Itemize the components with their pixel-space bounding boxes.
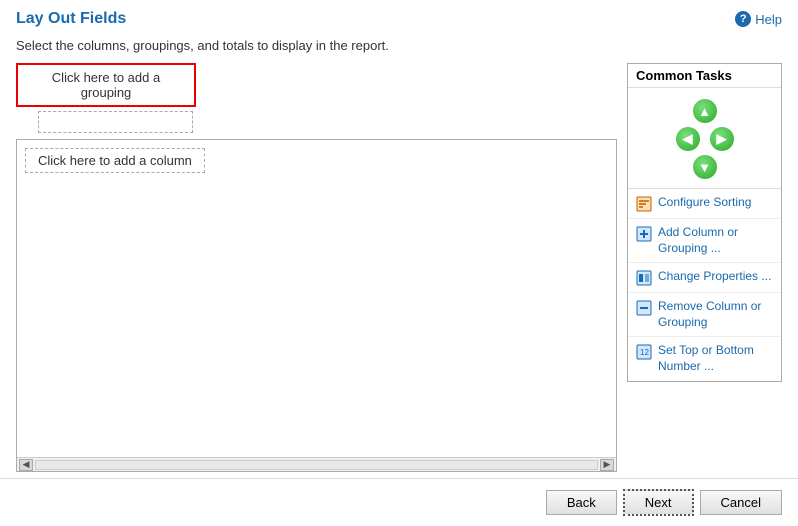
task-change-properties[interactable]: Change Properties ... (628, 263, 781, 293)
task-set-top-bottom[interactable]: 12 Set Top or BottomNumber ... (628, 337, 781, 380)
next-button[interactable]: Next (623, 489, 694, 516)
grouping-area: Click here to add a grouping (16, 63, 617, 133)
grouping-placeholder (38, 111, 193, 133)
add-column-icon (636, 226, 652, 242)
left-arrow-icon: ◀ (676, 127, 700, 151)
svg-text:12: 12 (640, 348, 649, 357)
help-label: Help (755, 12, 782, 27)
down-arrow-icon: ▼ (693, 155, 717, 179)
right-arrow-icon: ▶ (710, 127, 734, 151)
page-container: Lay Out Fields ? Help Select the columns… (0, 0, 798, 526)
add-grouping-button[interactable]: Click here to add a grouping (16, 63, 196, 107)
set-top-bottom-icon: 12 (636, 344, 652, 360)
back-button[interactable]: Back (546, 490, 617, 515)
cancel-button[interactable]: Cancel (700, 490, 782, 515)
column-scrollbar: ◀ ▶ (17, 457, 616, 471)
up-arrow-icon: ▲ (693, 99, 717, 123)
main-content: Click here to add a grouping Click here … (0, 63, 798, 472)
move-left-button[interactable]: ◀ (675, 126, 701, 152)
add-column-label: Add Column orGrouping ... (658, 225, 738, 256)
task-configure-sorting[interactable]: Configure Sorting (628, 189, 781, 219)
arrow-row-top: ▲ (692, 98, 718, 124)
help-icon: ? (735, 11, 751, 27)
arrow-pad: ▲ ◀ ▶ ▼ (628, 88, 781, 188)
scroll-right-arrow[interactable]: ▶ (600, 459, 614, 471)
scroll-left-arrow[interactable]: ◀ (19, 459, 33, 471)
task-add-column[interactable]: Add Column orGrouping ... (628, 219, 781, 263)
subtitle: Select the columns, groupings, and total… (0, 34, 798, 63)
footer: Back Next Cancel (0, 478, 798, 526)
column-area: Click here to add a column ◀ ▶ (16, 139, 617, 472)
scroll-track[interactable] (35, 460, 598, 470)
header: Lay Out Fields ? Help (0, 0, 798, 34)
move-down-button[interactable]: ▼ (692, 154, 718, 180)
set-top-bottom-label: Set Top or BottomNumber ... (658, 343, 754, 374)
change-properties-icon (636, 270, 652, 286)
move-right-button[interactable]: ▶ (709, 126, 735, 152)
configure-sorting-label: Configure Sorting (658, 195, 751, 211)
move-up-button[interactable]: ▲ (692, 98, 718, 124)
remove-column-label: Remove Column orGrouping (658, 299, 761, 330)
page-title: Lay Out Fields (16, 10, 126, 28)
sort-icon (636, 196, 652, 212)
common-tasks-box: Common Tasks ▲ ◀ ▶ (627, 63, 782, 382)
remove-column-icon (636, 300, 652, 316)
left-panel: Click here to add a grouping Click here … (16, 63, 617, 472)
column-area-inner: Click here to add a column (17, 140, 616, 457)
change-properties-label: Change Properties ... (658, 269, 771, 285)
task-remove-column[interactable]: Remove Column orGrouping (628, 293, 781, 337)
arrow-row-bottom: ▼ (692, 154, 718, 180)
add-column-button[interactable]: Click here to add a column (25, 148, 205, 173)
help-link[interactable]: ? Help (735, 11, 782, 27)
right-panel: Common Tasks ▲ ◀ ▶ (627, 63, 782, 472)
arrow-row-middle: ◀ ▶ (675, 126, 735, 152)
common-tasks-title: Common Tasks (628, 64, 781, 88)
